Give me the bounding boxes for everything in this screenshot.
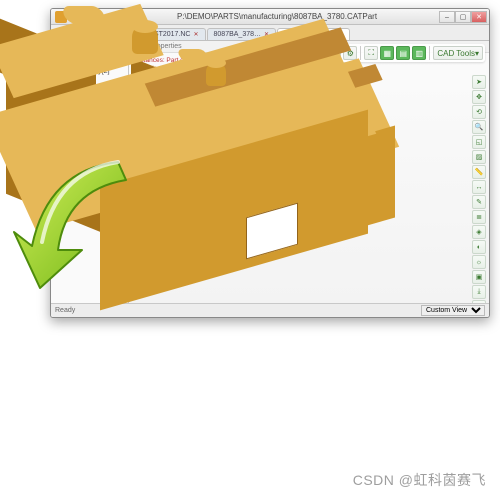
section-icon[interactable]: ▨ (472, 150, 486, 164)
zoom-icon[interactable]: 🔍 (472, 120, 486, 134)
measure-icon[interactable]: 📏 (472, 165, 486, 179)
layer-icon[interactable]: ≣ (472, 210, 486, 224)
pan-icon[interactable]: ✥ (472, 90, 486, 104)
window-zoom-icon[interactable]: ◱ (472, 135, 486, 149)
maximize-button[interactable]: ▢ (455, 11, 471, 23)
right-toolbar: ➤ ✥ ⟲ 🔍 ◱ ▨ 📏 ↔ ✎ ≣ ◈ ◐ ☼ ▣ ⤓ ⓘ (472, 75, 488, 314)
toolbar-divider (429, 46, 430, 60)
material-icon[interactable]: ◐ (472, 240, 486, 254)
cad-tools-menu[interactable]: CAD Tools ▾ (433, 46, 483, 60)
color-icon[interactable]: ◈ (472, 225, 486, 239)
view-selector[interactable]: Custom View (421, 305, 485, 316)
rotate-icon[interactable]: ⟲ (472, 105, 486, 119)
export-icon[interactable]: ⤓ (472, 285, 486, 299)
cursor-icon[interactable]: ➤ (472, 75, 486, 89)
minimize-button[interactable]: – (439, 11, 455, 23)
light-icon[interactable]: ☼ (472, 255, 486, 269)
grid3-icon[interactable]: ▥ (412, 46, 426, 60)
close-button[interactable]: ✕ (471, 11, 487, 23)
render-icon[interactable]: ▣ (472, 270, 486, 284)
status-text: Ready (55, 307, 75, 314)
watermark: CSDN @虹科茵赛飞 (353, 470, 486, 490)
dimension-icon[interactable]: ↔ (472, 180, 486, 194)
note-icon[interactable]: ✎ (472, 195, 486, 209)
model-preview-large (0, 0, 380, 280)
